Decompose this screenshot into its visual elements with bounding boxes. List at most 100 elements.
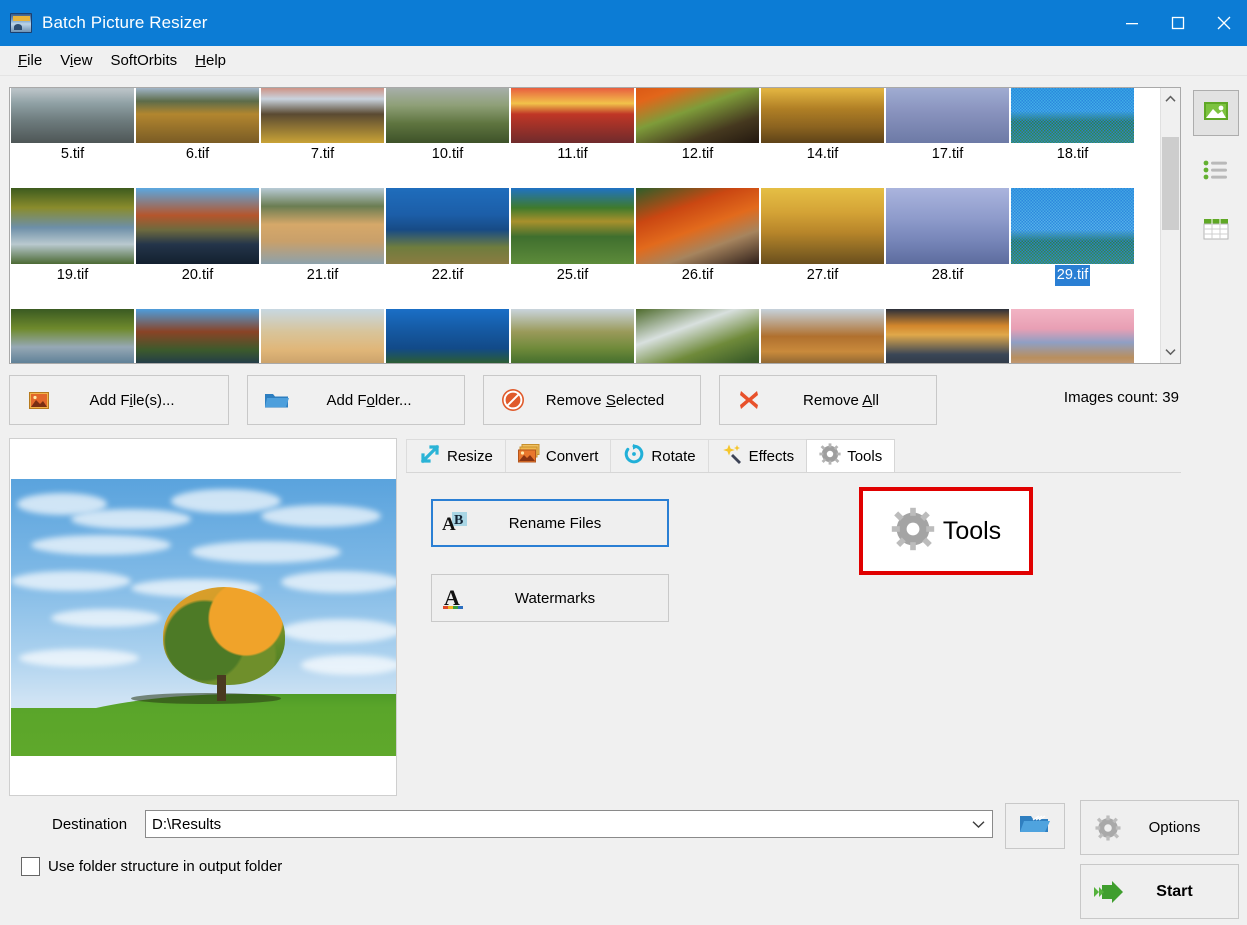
thumbnail-image[interactable]	[261, 309, 384, 363]
grid-icon	[1203, 218, 1229, 244]
menu-help-accel: H	[195, 52, 206, 69]
menu-file-rest: ile	[27, 52, 43, 69]
options-button[interactable]: Options	[1080, 800, 1239, 855]
rotate-icon	[623, 443, 645, 469]
thumbnail-image[interactable]	[761, 88, 884, 143]
gear-icon	[1081, 814, 1135, 841]
thumbnail-item[interactable]: 35.tif	[385, 309, 510, 363]
remove-selected-button[interactable]: Remove Selected	[483, 375, 701, 425]
thumbnail-item[interactable]: 28.tif	[885, 188, 1010, 309]
scrollbar-track[interactable]	[1161, 110, 1180, 341]
close-button[interactable]	[1201, 0, 1247, 46]
thumbnail-image[interactable]	[386, 188, 509, 264]
thumbnail-item[interactable]: 21.tif	[260, 188, 385, 309]
thumbnail-item[interactable]: 39.tif	[760, 309, 885, 363]
thumbnail-item[interactable]: 32.tif	[135, 309, 260, 363]
tab-tools[interactable]: Tools	[806, 439, 896, 472]
tab-convert[interactable]: Convert	[504, 439, 612, 472]
thumbnail-image[interactable]	[11, 188, 134, 264]
thumbnail-image[interactable]	[1011, 188, 1134, 264]
thumbnail-item[interactable]: 26.tif	[635, 188, 760, 309]
menu-item-help[interactable]: Help	[186, 49, 235, 72]
destination-combobox[interactable]: D:\Results	[145, 810, 993, 838]
tab-resize[interactable]: Resize	[406, 439, 506, 472]
thumbnail-item[interactable]: 11.tif	[510, 88, 635, 188]
thumbnail-image[interactable]	[636, 88, 759, 143]
scrollbar-thumb[interactable]	[1162, 137, 1179, 230]
thumbnail-item[interactable]: 14.tif	[760, 88, 885, 188]
thumbnail-item[interactable]: 7.tif	[260, 88, 385, 188]
add-folder-button[interactable]: Add Folder...	[247, 375, 465, 425]
destination-value[interactable]: D:\Results	[146, 816, 964, 833]
tab-rotate[interactable]: Rotate	[610, 439, 709, 472]
details-view-button[interactable]	[1193, 208, 1239, 254]
thumbnail-image[interactable]	[886, 88, 1009, 143]
watermarks-button[interactable]: A Watermarks	[431, 574, 669, 622]
scroll-down-button[interactable]	[1161, 341, 1181, 363]
thumbnails-scrollbar[interactable]	[1160, 88, 1180, 363]
menu-item-softorbits[interactable]: SoftOrbits	[101, 49, 186, 72]
thumbnail-item[interactable]: 22.tif	[385, 188, 510, 309]
thumbnail-image[interactable]	[261, 188, 384, 264]
thumbnail-label: 6.tif	[185, 146, 210, 162]
add-files-button[interactable]: Add File(s)...	[9, 375, 229, 425]
tab-effects[interactable]: Effects	[707, 439, 808, 472]
list-view-button[interactable]	[1193, 149, 1239, 195]
menu-file-label: F	[18, 52, 28, 69]
use-folder-structure-checkbox-row[interactable]: Use folder structure in output folder	[21, 857, 282, 876]
thumbnail-image[interactable]	[136, 309, 259, 363]
thumbnail-image[interactable]	[886, 188, 1009, 264]
thumbnail-item-selected[interactable]: 18.tif	[1010, 88, 1135, 188]
thumbnail-image[interactable]	[11, 88, 134, 143]
thumbnail-image[interactable]	[761, 309, 884, 363]
thumbnail-image[interactable]	[636, 188, 759, 264]
thumbnail-image[interactable]	[511, 188, 634, 264]
use-folder-structure-checkbox[interactable]	[21, 857, 40, 876]
thumbnail-image[interactable]	[636, 309, 759, 363]
thumbnail-item[interactable]: 38.tif	[635, 309, 760, 363]
start-button[interactable]: Start	[1080, 864, 1239, 919]
tree-canopy	[163, 587, 285, 685]
thumbnail-image[interactable]	[761, 188, 884, 264]
rename-files-button[interactable]: A B Rename Files	[431, 499, 669, 547]
thumbnail-item[interactable]: 33.tif	[260, 309, 385, 363]
thumbnail-image[interactable]	[261, 88, 384, 143]
thumbnail-item-selected[interactable]: 29.tif	[1010, 188, 1135, 309]
thumbnail-image[interactable]	[511, 309, 634, 363]
browse-destination-button[interactable]	[1005, 803, 1065, 849]
thumbnail-image[interactable]	[1011, 88, 1134, 143]
thumbnail-item[interactable]: 12.tif	[635, 88, 760, 188]
tab-rotate-label: Rotate	[651, 447, 696, 465]
thumbnail-image[interactable]	[11, 309, 134, 363]
remove-all-button[interactable]: Remove All	[719, 375, 937, 425]
thumbnail-label: 28.tif	[931, 267, 964, 283]
menu-item-view[interactable]: VView	[51, 49, 101, 72]
tools-callout-highlight[interactable]: Tools	[859, 487, 1033, 575]
thumbnail-item[interactable]: 20.tif	[135, 188, 260, 309]
thumbnail-item[interactable]: 17.tif	[885, 88, 1010, 188]
thumbnail-image[interactable]	[511, 88, 634, 143]
thumbnail-image[interactable]	[386, 88, 509, 143]
scroll-up-button[interactable]	[1161, 88, 1181, 110]
thumbnail-image[interactable]	[386, 309, 509, 363]
thumbnail-item[interactable]: autumn lake.tif	[1010, 309, 1135, 363]
thumbnail-item[interactable]: 25.tif	[510, 188, 635, 309]
thumbnail-image[interactable]	[136, 188, 259, 264]
chevron-down-icon[interactable]	[964, 820, 992, 829]
thumbnail-item[interactable]: 10.tif	[385, 88, 510, 188]
thumbnail-item[interactable]: 19.tif	[10, 188, 135, 309]
thumbnail-item[interactable]: 37.tif	[510, 309, 635, 363]
thumbnails-view-button[interactable]	[1193, 90, 1239, 136]
thumbnail-list[interactable]: 5.tif 6.tif 7.tif 10.tif 11.tif 12.tif 1…	[9, 87, 1181, 364]
minimize-button[interactable]	[1109, 0, 1155, 46]
thumbnail-item[interactable]: 5.tif	[10, 88, 135, 188]
thumbnail-item[interactable]: 6.tif	[135, 88, 260, 188]
thumbnail-image[interactable]	[136, 88, 259, 143]
thumbnail-item[interactable]: 27.tif	[760, 188, 885, 309]
thumbnail-item[interactable]: 30.tif	[10, 309, 135, 363]
thumbnail-image[interactable]	[886, 309, 1009, 363]
thumbnail-item[interactable]: 40.tif	[885, 309, 1010, 363]
menu-item-file[interactable]: File	[9, 49, 51, 72]
thumbnail-image[interactable]	[1011, 309, 1134, 363]
maximize-button[interactable]	[1155, 0, 1201, 46]
